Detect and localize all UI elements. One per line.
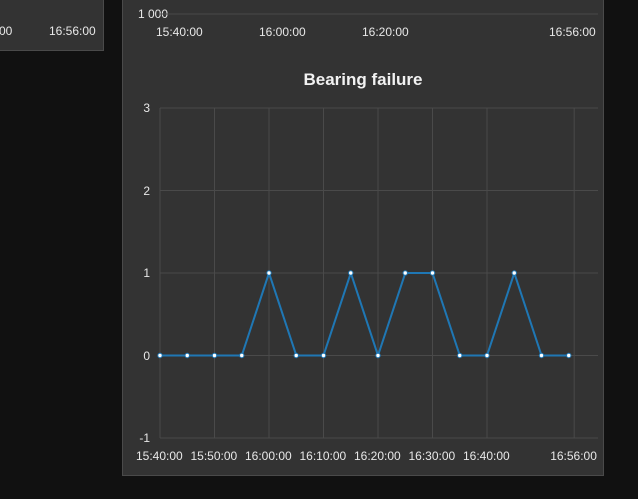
- data-point[interactable]: [184, 352, 190, 359]
- y-tick-label: 2: [143, 183, 150, 198]
- x-tick-label: 16:40:00: [463, 449, 510, 463]
- data-point[interactable]: [375, 352, 381, 359]
- y-tick-label: 1: [143, 266, 150, 280]
- x-tick-label: 16:20:00: [354, 449, 401, 463]
- data-point[interactable]: [511, 270, 517, 276]
- data-point[interactable]: [157, 352, 163, 359]
- x-tick-label: 15:40:00: [136, 449, 183, 463]
- series-line: [160, 269, 569, 359]
- x-tick-label: 16:56:00: [550, 449, 597, 463]
- x-tick-label: 16:30:00: [408, 449, 456, 463]
- data-point[interactable]: [320, 352, 327, 359]
- data-point[interactable]: [429, 270, 436, 276]
- y-tick-label: -1: [139, 431, 150, 445]
- data-point[interactable]: [266, 270, 272, 276]
- data-point[interactable]: [402, 270, 408, 276]
- data-point[interactable]: [348, 270, 354, 276]
- x-tick-label: 15:50:00: [190, 449, 238, 463]
- data-point[interactable]: [239, 352, 245, 359]
- data-point[interactable]: [293, 352, 299, 359]
- data-point[interactable]: [484, 352, 490, 359]
- data-point[interactable]: [566, 352, 572, 359]
- data-point[interactable]: [211, 352, 218, 359]
- y-tick-label: 0: [143, 348, 150, 363]
- bearing-failure-chart: [157, 13, 598, 439]
- x-tick-label: 16:10:00: [299, 449, 347, 463]
- y-tick-label: 3: [143, 101, 150, 115]
- x-tick-label: 16:00:00: [245, 449, 292, 463]
- data-point[interactable]: [538, 352, 545, 359]
- data-point[interactable]: [457, 352, 463, 359]
